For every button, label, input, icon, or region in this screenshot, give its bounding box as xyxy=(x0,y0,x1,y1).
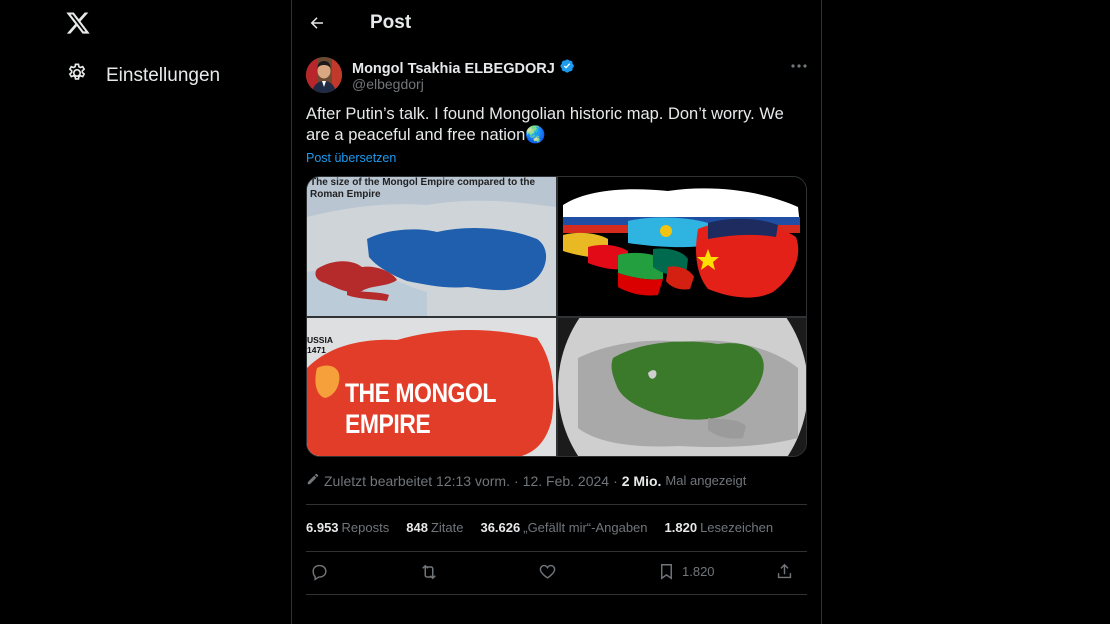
share-icon xyxy=(777,563,792,579)
nav-settings[interactable]: Einstellungen xyxy=(66,62,220,89)
repost-button[interactable] xyxy=(419,562,439,582)
russia-1471-label: USSIA 1471 xyxy=(307,335,333,355)
globe-illustration xyxy=(558,318,806,456)
post-actions: 1.820 xyxy=(306,560,807,586)
avatar[interactable] xyxy=(306,57,342,93)
views-count: 2 Mio. xyxy=(621,472,662,489)
back-button[interactable] xyxy=(306,12,328,34)
author-handle[interactable]: @elbegdorj xyxy=(352,76,424,92)
map-caption: The size of the Mongol Empire compared t… xyxy=(310,177,536,200)
divider xyxy=(306,504,807,505)
stat-bookmarks[interactable]: 1.820 Lesezeichen xyxy=(665,520,774,535)
pencil-icon xyxy=(306,472,320,489)
like-button[interactable] xyxy=(538,562,557,581)
bookmark-count: 1.820 xyxy=(682,564,715,579)
stat-likes[interactable]: 36.626 „Gefällt mir“-Angaben xyxy=(480,520,647,535)
stat-label: „Gefällt mir“-Angaben xyxy=(523,520,648,535)
stat-number: 36.626 xyxy=(480,520,521,535)
divider xyxy=(306,551,807,552)
left-navigation: Einstellungen xyxy=(0,0,291,624)
flags-map-illustration xyxy=(558,177,806,316)
more-options-button[interactable] xyxy=(789,59,809,73)
stat-label: Lesezeichen xyxy=(700,520,774,535)
stat-number: 6.953 xyxy=(306,520,339,535)
media-image-mongol-vs-roman-map[interactable]: The size of the Mongol Empire compared t… xyxy=(307,177,556,316)
views-label: Mal angezeigt xyxy=(665,473,747,488)
author-name: Mongol Tsakhia ELBEGDORJ xyxy=(352,60,555,77)
media-image-globe-map[interactable] xyxy=(558,318,806,456)
stat-reposts[interactable]: 6.953 Reposts xyxy=(306,520,389,535)
stat-number: 1.820 xyxy=(664,520,698,535)
post-author: Mongol Tsakhia ELBEGDORJ @elbegdorj xyxy=(306,57,809,97)
meta-separator: · xyxy=(514,472,519,489)
stat-label: Zitate xyxy=(430,520,464,535)
gear-icon xyxy=(66,62,88,89)
x-logo-icon[interactable] xyxy=(65,10,91,36)
more-dots-icon xyxy=(791,64,807,68)
translate-post-link[interactable]: Post übersetzen xyxy=(306,151,396,165)
edited-timestamp[interactable]: Zuletzt bearbeitet 12:13 vorm. xyxy=(324,473,510,489)
bookmark-icon xyxy=(661,564,672,580)
post-text: After Putin’s talk. I found Mongolian hi… xyxy=(306,105,784,144)
verified-badge-icon xyxy=(559,58,575,79)
post-meta: Zuletzt bearbeitet 12:13 vorm. · 12. Feb… xyxy=(306,472,746,489)
page-title: Post xyxy=(370,11,412,33)
post-date[interactable]: 12. Feb. 2024 xyxy=(523,473,609,489)
stat-label: Reposts xyxy=(341,520,390,535)
stat-number: 848 xyxy=(406,520,428,535)
post-column: Post Mongol Tsakhia ELBEGDORJ @elbegdorj xyxy=(291,0,822,624)
media-image-mongol-empire-red-map[interactable]: USSIA 1471 THE MONGOL EMPIRE xyxy=(307,318,556,456)
stat-quotes[interactable]: 848 Zitate xyxy=(406,520,463,535)
reply-button[interactable] xyxy=(310,562,329,581)
divider xyxy=(306,594,807,595)
share-button[interactable] xyxy=(775,562,794,581)
meta-separator: · xyxy=(613,472,618,489)
bookmark-button[interactable]: 1.820 xyxy=(657,562,715,581)
post-header: Post xyxy=(292,0,821,45)
nav-settings-label: Einstellungen xyxy=(106,64,221,86)
heart-icon xyxy=(539,564,556,579)
post-stats: 6.953 Reposts 848 Zitate 36.626 „Gefällt mi… xyxy=(306,520,773,535)
reply-icon xyxy=(312,564,327,581)
mongol-empire-title: THE MONGOL EMPIRE xyxy=(345,377,496,439)
arrow-left-icon xyxy=(310,16,323,29)
media-image-flags-map[interactable] xyxy=(558,177,806,316)
repost-icon xyxy=(422,564,436,580)
media-grid: The size of the Mongol Empire compared t… xyxy=(306,176,807,457)
